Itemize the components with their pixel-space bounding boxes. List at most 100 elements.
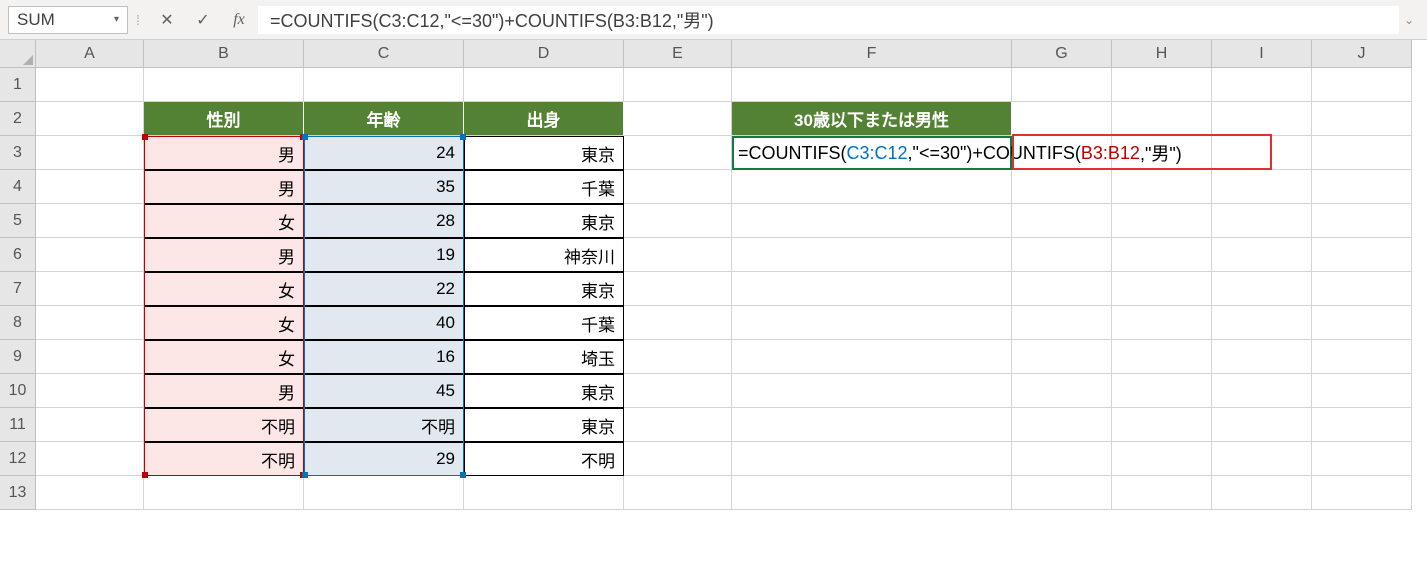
cell-c5[interactable]: 28: [304, 204, 464, 238]
cell-j11[interactable]: [1312, 408, 1412, 442]
enter-icon[interactable]: ✓: [194, 11, 212, 29]
col-header-g[interactable]: G: [1012, 40, 1112, 68]
cell-e11[interactable]: [624, 408, 732, 442]
cell-c12[interactable]: 29: [304, 442, 464, 476]
cell-a1[interactable]: [36, 68, 144, 102]
cell-h10[interactable]: [1112, 374, 1212, 408]
cell-j7[interactable]: [1312, 272, 1412, 306]
cell-d8[interactable]: 千葉: [464, 306, 624, 340]
cell-h7[interactable]: [1112, 272, 1212, 306]
cell-f10[interactable]: [732, 374, 1012, 408]
name-box-dropdown-icon[interactable]: ▾: [114, 14, 119, 25]
cell-b5[interactable]: 女: [144, 204, 304, 238]
cell-g2[interactable]: [1012, 102, 1112, 136]
row-header-8[interactable]: 8: [0, 306, 36, 340]
row-header-7[interactable]: 7: [0, 272, 36, 306]
cell-e4[interactable]: [624, 170, 732, 204]
cell-b3[interactable]: 男: [144, 136, 304, 170]
formula-expand-icon[interactable]: ⌄: [1399, 13, 1419, 27]
cell-a11[interactable]: [36, 408, 144, 442]
cell-d4[interactable]: 千葉: [464, 170, 624, 204]
select-all-corner[interactable]: [0, 40, 36, 68]
cell-i7[interactable]: [1212, 272, 1312, 306]
cell-e1[interactable]: [624, 68, 732, 102]
cell-g13[interactable]: [1012, 476, 1112, 510]
row-header-6[interactable]: 6: [0, 238, 36, 272]
cell-f1[interactable]: [732, 68, 1012, 102]
cell-f4[interactable]: [732, 170, 1012, 204]
cell-d5[interactable]: 東京: [464, 204, 624, 238]
cell-b11[interactable]: 不明: [144, 408, 304, 442]
cell-c9[interactable]: 16: [304, 340, 464, 374]
cell-h6[interactable]: [1112, 238, 1212, 272]
cell-h12[interactable]: [1112, 442, 1212, 476]
cell-f6[interactable]: [732, 238, 1012, 272]
header-origin[interactable]: 出身: [464, 102, 624, 136]
cell-i4[interactable]: [1212, 170, 1312, 204]
cell-b8[interactable]: 女: [144, 306, 304, 340]
cell-j4[interactable]: [1312, 170, 1412, 204]
cell-h8[interactable]: [1112, 306, 1212, 340]
cell-g5[interactable]: [1012, 204, 1112, 238]
cell-c6[interactable]: 19: [304, 238, 464, 272]
cell-i6[interactable]: [1212, 238, 1312, 272]
cell-d3[interactable]: 東京: [464, 136, 624, 170]
cell-f9[interactable]: [732, 340, 1012, 374]
cell-j9[interactable]: [1312, 340, 1412, 374]
cell-c7[interactable]: 22: [304, 272, 464, 306]
cell-f7[interactable]: [732, 272, 1012, 306]
cell-a3[interactable]: [36, 136, 144, 170]
cell-g1[interactable]: [1012, 68, 1112, 102]
cell-d7[interactable]: 東京: [464, 272, 624, 306]
cell-g7[interactable]: [1012, 272, 1112, 306]
cell-a2[interactable]: [36, 102, 144, 136]
cell-a8[interactable]: [36, 306, 144, 340]
cell-c13[interactable]: [304, 476, 464, 510]
cell-j5[interactable]: [1312, 204, 1412, 238]
row-header-4[interactable]: 4: [0, 170, 36, 204]
cell-e5[interactable]: [624, 204, 732, 238]
cell-a10[interactable]: [36, 374, 144, 408]
cell-c10[interactable]: 45: [304, 374, 464, 408]
col-header-e[interactable]: E: [624, 40, 732, 68]
cell-h1[interactable]: [1112, 68, 1212, 102]
cell-d12[interactable]: 不明: [464, 442, 624, 476]
cell-e12[interactable]: [624, 442, 732, 476]
cell-f5[interactable]: [732, 204, 1012, 238]
cell-i11[interactable]: [1212, 408, 1312, 442]
cell-h9[interactable]: [1112, 340, 1212, 374]
formula-divider[interactable]: ⁞: [132, 6, 144, 34]
cell-i10[interactable]: [1212, 374, 1312, 408]
cell-e3[interactable]: [624, 136, 732, 170]
cell-h13[interactable]: [1112, 476, 1212, 510]
cell-a6[interactable]: [36, 238, 144, 272]
col-header-d[interactable]: D: [464, 40, 624, 68]
cell-b4[interactable]: 男: [144, 170, 304, 204]
col-header-i[interactable]: I: [1212, 40, 1312, 68]
cell-j2[interactable]: [1312, 102, 1412, 136]
formula-input[interactable]: =COUNTIFS(C3:C12,"<=30")+COUNTIFS(B3:B12…: [258, 6, 1399, 34]
row-header-9[interactable]: 9: [0, 340, 36, 374]
cell-e10[interactable]: [624, 374, 732, 408]
cell-h11[interactable]: [1112, 408, 1212, 442]
cell-i12[interactable]: [1212, 442, 1312, 476]
cell-i5[interactable]: [1212, 204, 1312, 238]
cell-e9[interactable]: [624, 340, 732, 374]
cell-i8[interactable]: [1212, 306, 1312, 340]
cell-d9[interactable]: 埼玉: [464, 340, 624, 374]
col-header-a[interactable]: A: [36, 40, 144, 68]
cell-g9[interactable]: [1012, 340, 1112, 374]
cell-b9[interactable]: 女: [144, 340, 304, 374]
cell-j10[interactable]: [1312, 374, 1412, 408]
row-header-12[interactable]: 12: [0, 442, 36, 476]
row-header-10[interactable]: 10: [0, 374, 36, 408]
cell-d6[interactable]: 神奈川: [464, 238, 624, 272]
cell-b13[interactable]: [144, 476, 304, 510]
cell-g4[interactable]: [1012, 170, 1112, 204]
cell-i2[interactable]: [1212, 102, 1312, 136]
cell-b1[interactable]: [144, 68, 304, 102]
row-header-13[interactable]: 13: [0, 476, 36, 510]
cell-i9[interactable]: [1212, 340, 1312, 374]
col-header-h[interactable]: H: [1112, 40, 1212, 68]
cell-g6[interactable]: [1012, 238, 1112, 272]
